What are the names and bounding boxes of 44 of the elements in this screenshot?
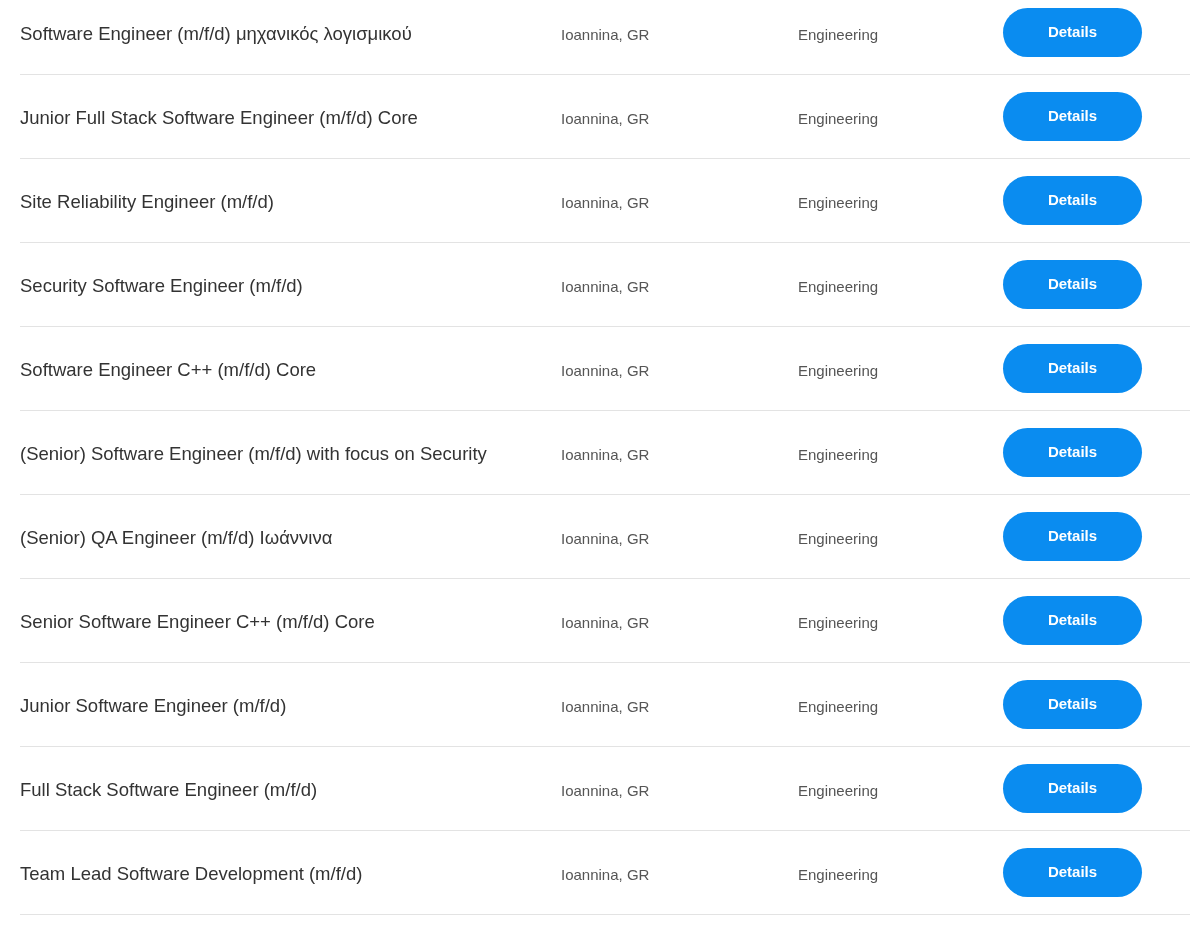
details-button[interactable]: Details	[1003, 764, 1142, 813]
details-button[interactable]: Details	[1003, 680, 1142, 729]
details-button[interactable]: Details	[1003, 8, 1142, 57]
job-location: Ioannina, GR	[561, 782, 650, 799]
job-department: Engineering	[798, 866, 879, 883]
job-department: Engineering	[798, 782, 879, 799]
details-button[interactable]: Details	[1003, 512, 1142, 561]
job-location: Ioannina, GR	[561, 362, 650, 379]
job-title: Software Engineer C++ (m/f/d) Core	[20, 358, 318, 382]
job-location: Ioannina, GR	[561, 446, 650, 463]
details-button[interactable]: Details	[1003, 848, 1142, 897]
job-title: Junior Full Stack Software Engineer (m/f/d) Core	[20, 106, 419, 130]
job-title: (Senior) QA Engineer (m/f/d) Ιωάννινα	[20, 526, 334, 550]
job-department: Engineering	[798, 362, 879, 379]
job-location: Ioannina, GR	[561, 530, 650, 547]
job-title: Senior Software Engineer C++ (m/f/d) Core	[20, 610, 376, 634]
details-button[interactable]: Details	[1003, 344, 1142, 393]
job-department: Engineering	[798, 194, 879, 211]
job-department: Engineering	[798, 278, 879, 295]
job-department: Engineering	[798, 26, 879, 43]
job-location: Ioannina, GR	[561, 614, 650, 631]
job-location: Ioannina, GR	[561, 194, 650, 211]
job-title: Site Reliability Engineer (m/f/d)	[20, 190, 275, 214]
job-department: Engineering	[798, 614, 879, 631]
details-button[interactable]: Details	[1003, 176, 1142, 225]
job-location: Ioannina, GR	[561, 698, 650, 715]
job-location: Ioannina, GR	[561, 26, 650, 43]
job-title: Security Software Engineer (m/f/d)	[20, 274, 304, 298]
details-button[interactable]: Details	[1003, 428, 1142, 477]
job-title: Junior Software Engineer (m/f/d)	[20, 694, 288, 718]
job-title: Team Lead Software Development (m/f/d)	[20, 862, 364, 886]
details-button[interactable]: Details	[1003, 92, 1142, 141]
job-department: Engineering	[798, 698, 879, 715]
job-department: Engineering	[798, 110, 879, 127]
job-location: Ioannina, GR	[561, 110, 650, 127]
job-location: Ioannina, GR	[561, 278, 650, 295]
details-button[interactable]: Details	[1003, 596, 1142, 645]
job-title: Software Engineer (m/f/d) μηχανικός λογισμικού	[20, 22, 413, 46]
details-button[interactable]: Details	[1003, 260, 1142, 309]
job-department: Engineering	[798, 446, 879, 463]
job-title: (Senior) Software Engineer (m/f/d) with focus on Security	[20, 442, 488, 466]
job-location: Ioannina, GR	[561, 866, 650, 883]
job-title: Full Stack Software Engineer (m/f/d)	[20, 778, 319, 802]
job-department: Engineering	[798, 530, 879, 547]
